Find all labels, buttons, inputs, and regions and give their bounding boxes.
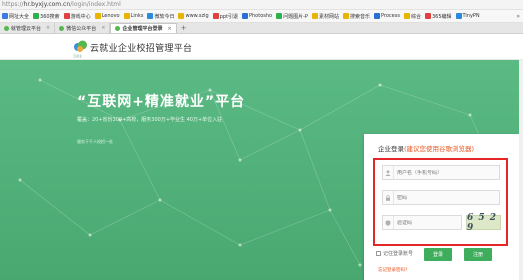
remember-checkbox[interactable] (376, 251, 381, 256)
bookmark-item[interactable]: Links (123, 13, 144, 19)
bookmark-item[interactable]: 素材网站 (311, 13, 339, 20)
tab-strip: 就管理云平台 × 微信公众平台 × 企业管理平台登录 × + (0, 23, 523, 34)
browser-recommendation: (建议您使用谷歌浏览器) (404, 145, 475, 153)
bookmark-favicon-icon (123, 13, 130, 19)
hero-stats: 覆盖：20+省份300+高校，服务300万+毕业生 40万+单位入驻 (77, 117, 223, 123)
bookmark-label: 游戏中心 (70, 13, 91, 20)
user-icon (383, 166, 394, 179)
bookmark-item[interactable]: 搜索音乐 (342, 13, 370, 20)
login-title-text: 企业登录 (378, 145, 404, 153)
captcha-field[interactable] (382, 215, 462, 230)
bookmark-favicon-icon (242, 13, 248, 19)
tab-favicon-icon (59, 25, 65, 31)
bookmark-label: Links (130, 13, 144, 19)
lock-icon (383, 191, 394, 204)
bookmark-item[interactable]: 综合 (403, 13, 421, 20)
remember-label: 记住登录账号 (383, 251, 414, 257)
bookmark-item[interactable]: 游戏中心 (63, 13, 91, 20)
captcha-image[interactable]: 6 5 2 9 (466, 213, 501, 233)
tab-label: 微信公众平台 (66, 25, 97, 32)
bookmark-label: TinyPN (462, 13, 480, 19)
bookmark-label: 问题图片-P (283, 13, 308, 20)
tab-wechat[interactable]: 微信公众平台 × (55, 23, 111, 33)
bookmark-label: Lenovo (101, 13, 120, 19)
tab-close-icon[interactable]: × (46, 25, 50, 31)
bookmark-favicon-icon (178, 13, 185, 19)
bookmark-favicon-icon (212, 13, 219, 19)
password-input[interactable] (397, 194, 467, 201)
url-path: /login/index.html (70, 1, 121, 8)
bookmark-label: Process (380, 13, 400, 19)
bookmark-favicon-icon (403, 13, 410, 19)
register-button[interactable]: 注册 (464, 248, 492, 261)
bookmark-favicon-icon (147, 13, 154, 19)
forgot-password-link[interactable]: 忘记登录密码? (378, 267, 407, 273)
login-fields-highlight: 6 5 2 9 (373, 158, 508, 246)
bookmark-label: 365编辑 (431, 13, 452, 20)
bookmarks-overflow-button[interactable]: » (516, 10, 520, 22)
username-field[interactable] (382, 165, 500, 180)
password-field[interactable] (382, 190, 500, 205)
bookmark-item[interactable]: 微软今日 (147, 13, 174, 20)
bookmark-item[interactable]: Photosho (242, 13, 272, 19)
scrollbar[interactable] (519, 60, 523, 280)
bookmark-label: www.szlg (185, 13, 209, 19)
cloud-logo-icon (74, 40, 87, 52)
remember-account[interactable]: 记住登录账号 (376, 250, 413, 257)
bookmark-label: 360搜索 (40, 13, 60, 20)
bookmark-label: 搜索音乐 (349, 13, 370, 20)
bookmark-favicon-icon (424, 13, 431, 19)
browser-window: https://hr.byxjy.com.cn/login/index.html… (0, 0, 523, 280)
tab-enterprise-login[interactable]: 企业管理平台登录 × (110, 23, 177, 33)
tab-label: 企业管理平台登录 (122, 26, 163, 32)
bookmark-label: 综合 (410, 13, 421, 20)
tab-close-icon[interactable]: × (167, 26, 171, 32)
bookmark-item[interactable]: Process (373, 13, 400, 19)
bookmark-item[interactable]: www.szlg (178, 13, 209, 19)
tab-favicon-icon (115, 26, 121, 31)
username-input[interactable] (397, 169, 467, 176)
bookmark-favicon-icon (311, 13, 318, 19)
new-tab-button[interactable]: + (177, 23, 191, 33)
login-panel: 企业登录(建议您使用谷歌浏览器) 6 5 2 9 (364, 134, 519, 280)
bookmark-favicon-icon (33, 13, 40, 19)
bookmark-favicon-icon (2, 13, 8, 19)
url-scheme: https:// (2, 1, 24, 8)
captcha-input[interactable] (397, 219, 447, 226)
bookmark-favicon-icon (63, 13, 70, 19)
bookmarks-bar: 网址大全 360搜索 游戏中心 Lenovo Links 微软今日 www.szlg ppt引… (0, 10, 523, 23)
address-bar[interactable]: https://hr.byxjy.com.cn/login/index.html (0, 0, 523, 10)
url-host: hr.byxjy.com.cn (23, 1, 71, 8)
tab-cloud-platform[interactable]: 就管理云平台 × (0, 23, 56, 33)
bookmark-favicon-icon (276, 13, 283, 19)
shield-icon (383, 216, 394, 229)
hero-subtext: 服务于千人校招一处 (77, 139, 113, 144)
bookmark-label: Photosho (249, 13, 273, 19)
bookmark-label: 素材网站 (318, 13, 339, 20)
bookmark-item[interactable]: TinyPN (455, 13, 480, 19)
bookmark-favicon-icon (94, 13, 101, 19)
login-button[interactable]: 登录 (424, 248, 452, 261)
bookmark-item[interactable]: ppt引退 (212, 13, 238, 20)
tab-favicon-icon (4, 25, 9, 31)
bookmark-label: 网址大全 (9, 13, 30, 20)
tab-close-icon[interactable]: × (101, 25, 105, 31)
bookmark-favicon-icon (342, 13, 349, 19)
tab-label: 就管理云平台 (11, 25, 42, 32)
logo-caption: 云就业 (73, 54, 83, 58)
bookmark-item[interactable]: 360搜索 (33, 13, 60, 20)
bookmark-item[interactable]: 网址大全 (2, 13, 29, 20)
bookmark-label: 微软今日 (154, 13, 175, 20)
bookmark-item[interactable]: 365编辑 (424, 13, 452, 20)
site-header: 云就业 云就业企业校招管理平台 (0, 34, 523, 60)
site-title: 云就业企业校招管理平台 (90, 44, 193, 54)
bookmark-favicon-icon (373, 13, 380, 19)
bookmark-item[interactable]: 问题图片-P (276, 13, 308, 20)
bookmark-favicon-icon (455, 13, 462, 19)
hero-slogan: “互联网+精准就业”平台 (77, 94, 246, 110)
bookmark-item[interactable]: Lenovo (94, 13, 120, 19)
bookmark-label: ppt引退 (219, 13, 238, 20)
login-title: 企业登录(建议您使用谷歌浏览器) (378, 143, 474, 153)
